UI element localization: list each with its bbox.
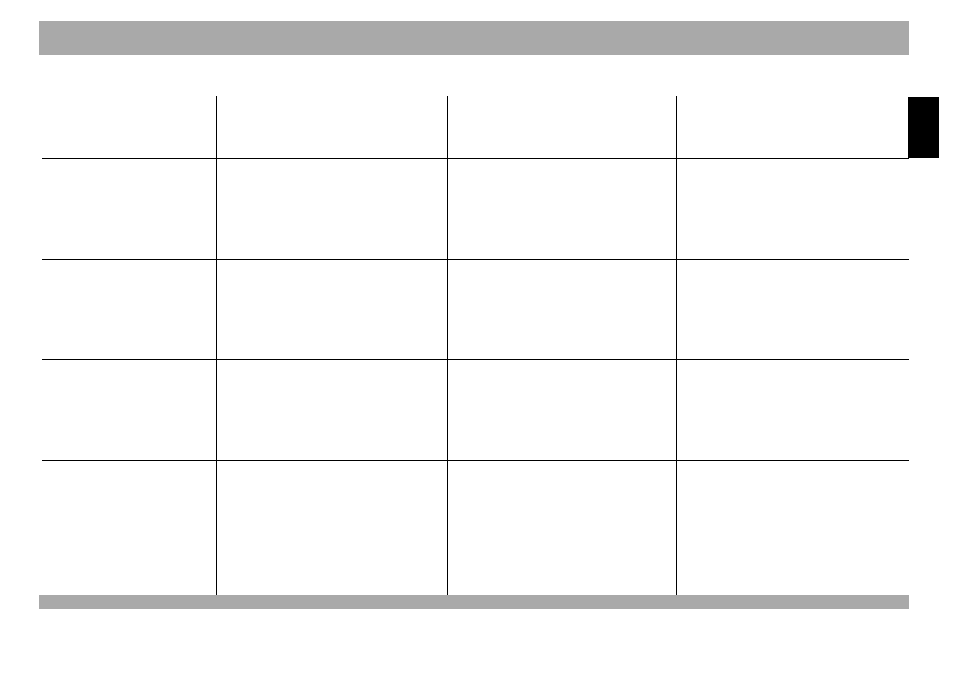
table-cell <box>447 259 676 360</box>
header-cell <box>447 96 676 159</box>
data-table <box>42 96 909 603</box>
table-row <box>42 460 909 603</box>
table-cell <box>676 360 909 461</box>
table-cell <box>42 159 216 260</box>
header-cell <box>676 96 909 159</box>
table-cell <box>676 159 909 260</box>
table-header-row <box>42 96 909 159</box>
table-cell <box>216 460 447 603</box>
table-cell <box>447 159 676 260</box>
header-cell <box>42 96 216 159</box>
bottom-bar <box>39 595 909 609</box>
table-cell <box>42 460 216 603</box>
top-bar <box>39 21 909 55</box>
table-row <box>42 360 909 461</box>
table-cell <box>447 460 676 603</box>
header-cell <box>216 96 447 159</box>
table-row <box>42 159 909 260</box>
table-cell <box>216 360 447 461</box>
table-cell <box>216 259 447 360</box>
table-cell <box>676 259 909 360</box>
table-cell <box>216 159 447 260</box>
table-cell <box>447 360 676 461</box>
table-cell <box>676 460 909 603</box>
side-tab <box>908 97 939 158</box>
table-row <box>42 259 909 360</box>
table-cell <box>42 259 216 360</box>
table-cell <box>42 360 216 461</box>
